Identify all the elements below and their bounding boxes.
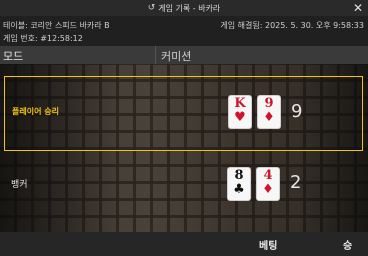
table-name: 테이블: 코리안 스피드 바카라 B [3, 21, 110, 30]
banker-card-2: 4 ♦ [257, 168, 279, 200]
player-card-1: K ♥ [229, 96, 251, 128]
banker-score: 2 [290, 172, 302, 193]
banker-label: 뱅커 [11, 180, 28, 190]
card-rank: K [234, 96, 246, 111]
game-info-panel: 테이블: 코리안 스피드 바카라 B 게임 번호: #12:58:12 게임 해… [0, 16, 368, 46]
mode-column-label: 모드 [3, 50, 24, 63]
game-resolved-time: 게임 해결됨: 2025. 5. 30. 오후 9:58:33 [220, 21, 364, 30]
bet-column-button[interactable]: 베팅 [259, 237, 277, 252]
history-icon: ↺ [147, 3, 156, 13]
result-area: 플레이어 승리 K ♥ 9 ♦ 9 뱅커 8 ♣ 4 ♦ 2 [0, 64, 368, 232]
win-column-button[interactable]: 승 [343, 237, 352, 252]
card-rank: 4 [263, 168, 273, 183]
club-suit-icon: ♣ [233, 182, 245, 197]
bet-footer: 베팅 승 [0, 232, 368, 256]
close-icon[interactable]: ✕ [353, 1, 363, 15]
column-divider [155, 46, 156, 64]
banker-card-1: 8 ♣ [228, 168, 250, 200]
window-titlebar: ↺ 게임 기록 - 바카라 ✕ [0, 0, 368, 16]
player-result-row: 플레이어 승리 K ♥ 9 ♦ 9 [4, 76, 363, 151]
player-score: 9 [291, 101, 303, 122]
card-rank: 9 [264, 96, 274, 111]
commission-column-label: 커미션 [161, 50, 192, 63]
heart-suit-icon: ♥ [234, 110, 246, 125]
diamond-suit-icon: ♦ [262, 182, 274, 197]
diamond-suit-icon: ♦ [263, 110, 275, 125]
player-win-label: 플레이어 승리 [12, 107, 59, 116]
card-rank: 8 [234, 168, 244, 183]
banker-result-row: 뱅커 8 ♣ 4 ♦ 2 [4, 152, 363, 216]
player-card-2: 9 ♦ [258, 96, 280, 128]
game-number: 게임 번호: #12:58:12 [3, 34, 83, 43]
columns-header: 모드 커미션 [0, 46, 368, 64]
window-title: 게임 기록 - 바카라 [158, 3, 221, 13]
